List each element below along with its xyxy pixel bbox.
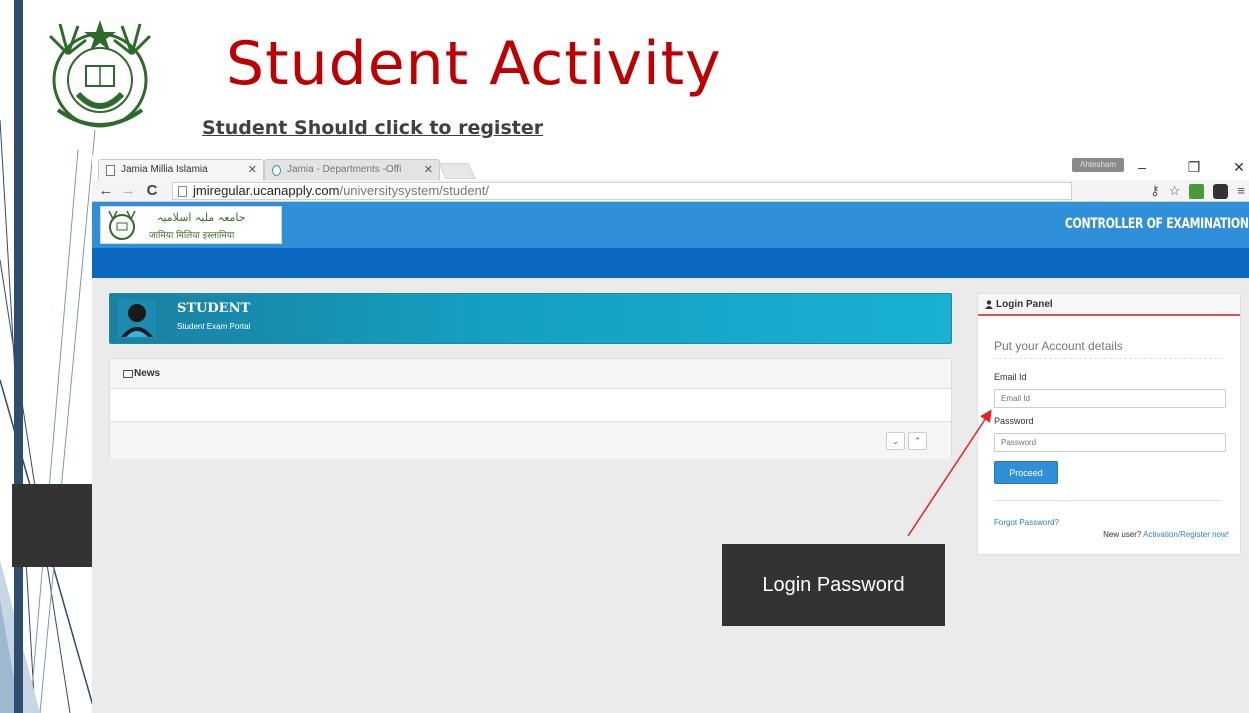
- login-password-callout: Login Password: [722, 544, 945, 626]
- annotation-arrow: [907, 409, 992, 537]
